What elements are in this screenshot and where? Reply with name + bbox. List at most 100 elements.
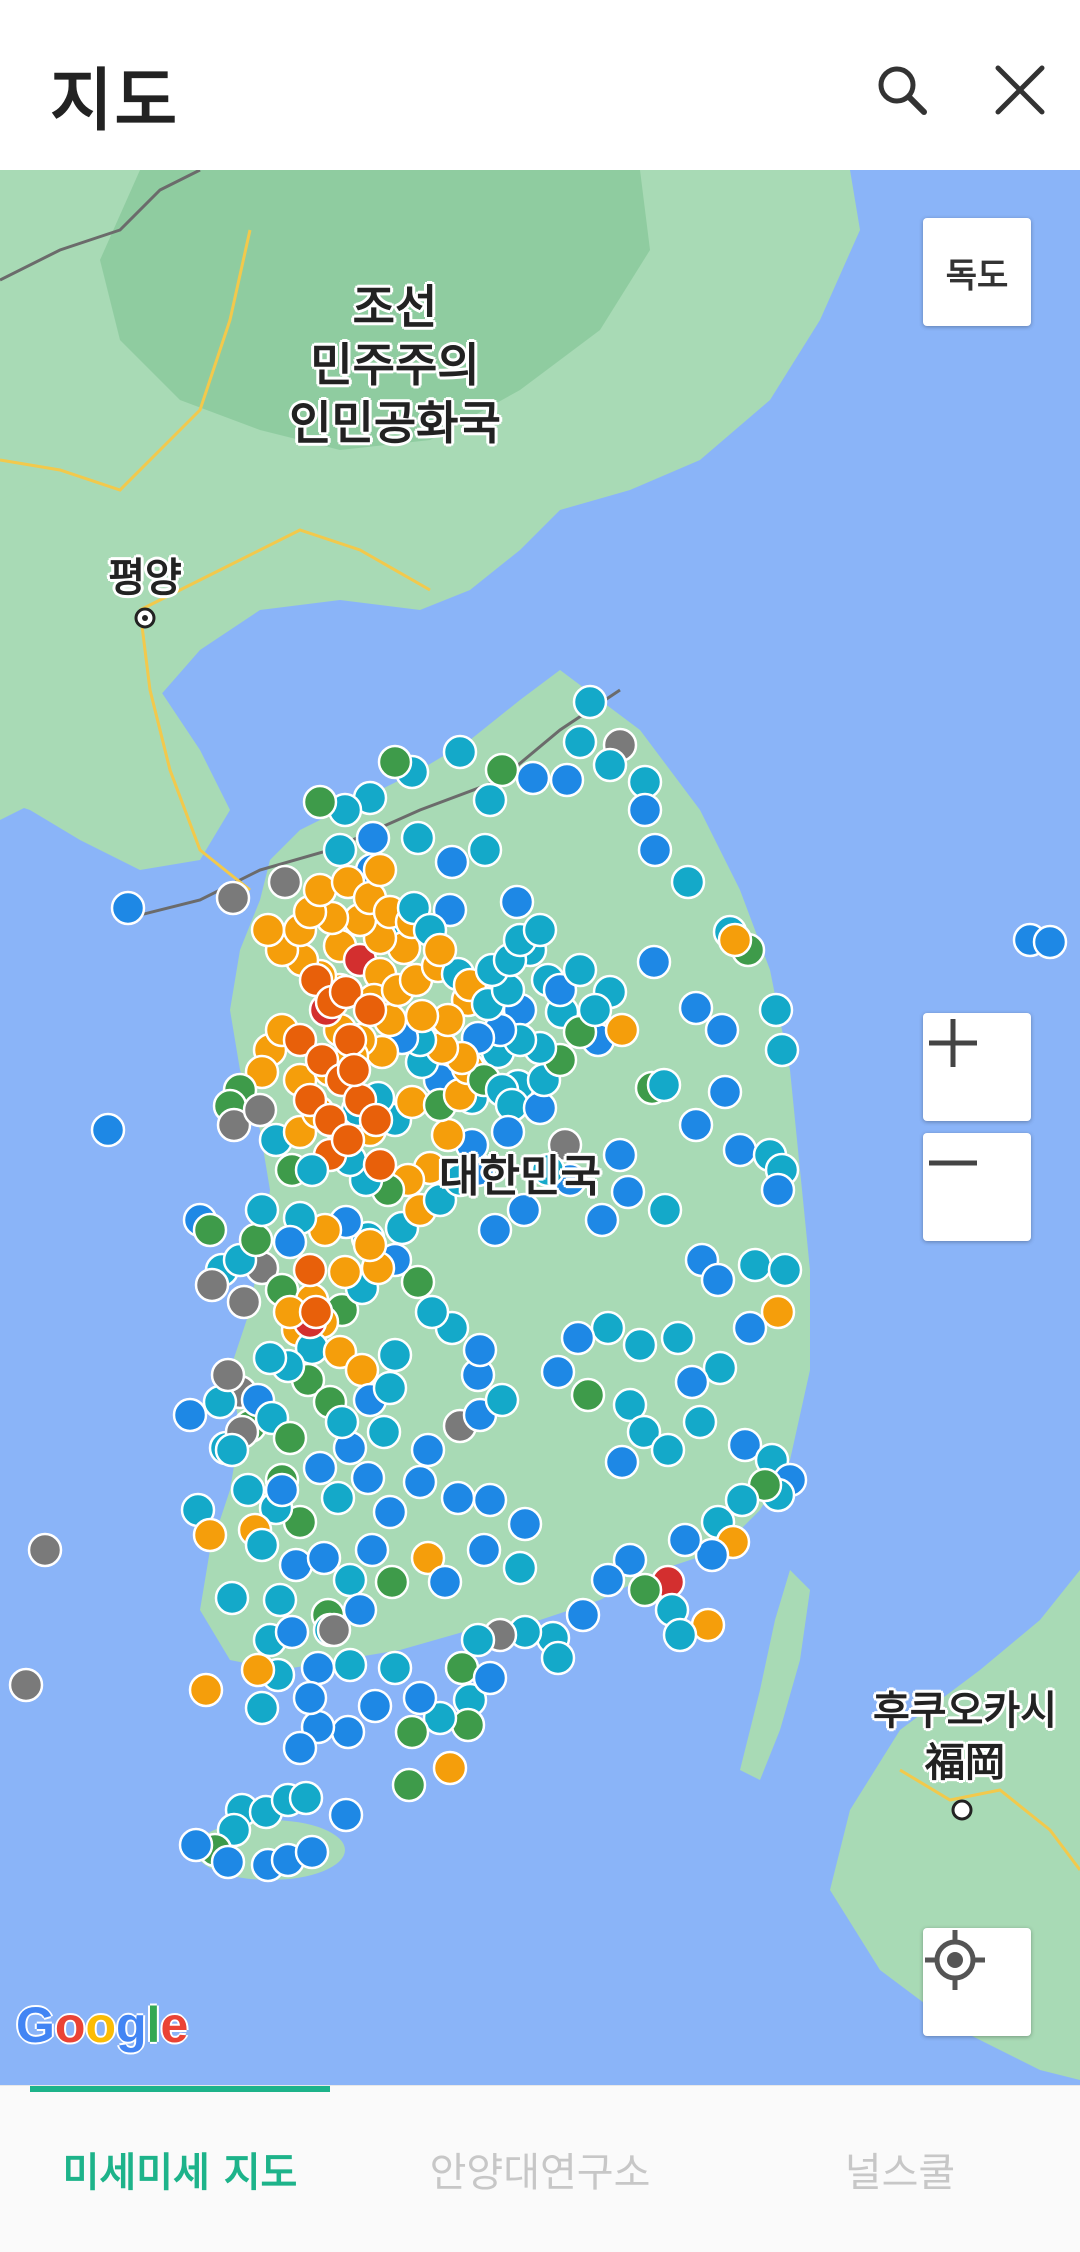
station-marker[interactable] (188, 1672, 224, 1708)
station-marker[interactable] (647, 1192, 683, 1228)
station-marker[interactable] (604, 1444, 640, 1480)
station-marker[interactable] (354, 1532, 390, 1568)
station-marker[interactable] (758, 992, 794, 1028)
station-marker[interactable] (499, 884, 535, 920)
station-marker[interactable] (515, 760, 551, 796)
close-button[interactable] (980, 50, 1060, 130)
station-marker[interactable] (262, 1582, 298, 1618)
station-marker[interactable] (352, 992, 388, 1028)
station-marker[interactable] (352, 1227, 388, 1263)
station-marker[interactable] (230, 1472, 266, 1508)
station-marker[interactable] (577, 992, 613, 1028)
station-marker[interactable] (670, 864, 706, 900)
station-marker[interactable] (192, 1212, 228, 1248)
station-marker[interactable] (565, 1597, 601, 1633)
station-marker[interactable] (764, 1032, 800, 1068)
search-button[interactable] (862, 50, 942, 130)
station-marker[interactable] (460, 1622, 496, 1658)
station-marker[interactable] (402, 1680, 438, 1716)
station-marker[interactable] (332, 1022, 368, 1058)
station-marker[interactable] (627, 792, 663, 828)
station-marker[interactable] (240, 1652, 276, 1688)
station-marker[interactable] (267, 864, 303, 900)
station-marker[interactable] (377, 1650, 413, 1686)
station-marker[interactable] (302, 1450, 338, 1486)
my-location-button[interactable] (923, 1928, 1031, 2036)
station-marker[interactable] (540, 1640, 576, 1676)
station-marker[interactable] (402, 1464, 438, 1500)
station-marker[interactable] (244, 1192, 280, 1228)
station-marker[interactable] (355, 820, 391, 856)
station-marker[interactable] (636, 944, 672, 980)
station-marker[interactable] (372, 1494, 408, 1530)
station-marker[interactable] (472, 1482, 508, 1518)
station-marker[interactable] (330, 1714, 366, 1750)
station-marker[interactable] (178, 1827, 214, 1863)
station-marker[interactable] (422, 932, 458, 968)
station-marker[interactable] (244, 1527, 280, 1563)
station-marker[interactable] (732, 1310, 768, 1346)
station-marker[interactable] (678, 1107, 714, 1143)
station-marker[interactable] (90, 1112, 126, 1148)
station-marker[interactable] (637, 832, 673, 868)
station-marker[interactable] (358, 1102, 394, 1138)
station-marker[interactable] (560, 1320, 596, 1356)
station-marker[interactable] (242, 1092, 278, 1128)
station-marker[interactable] (327, 1254, 363, 1290)
station-marker[interactable] (272, 1224, 308, 1260)
station-marker[interactable] (502, 1550, 538, 1586)
station-marker[interactable] (472, 1660, 508, 1696)
station-marker[interactable] (278, 1547, 314, 1583)
station-marker[interactable] (484, 1382, 520, 1418)
station-marker[interactable] (432, 1750, 468, 1786)
station-marker[interactable] (1032, 924, 1068, 960)
station-marker[interactable] (292, 1680, 328, 1716)
station-marker[interactable] (477, 1212, 513, 1248)
station-marker[interactable] (324, 1404, 360, 1440)
tab-anyang-lab[interactable]: 안양대연구소 (360, 2086, 720, 2252)
station-marker[interactable] (627, 1572, 663, 1608)
station-marker[interactable] (300, 1650, 336, 1686)
station-marker[interactable] (507, 1506, 543, 1542)
station-marker[interactable] (442, 734, 478, 770)
tab-misemise-map[interactable]: 미세미세 지도 (0, 2086, 360, 2252)
station-marker[interactable] (466, 1532, 502, 1568)
zoom-out-button[interactable] (923, 1133, 1031, 1241)
station-marker[interactable] (760, 1172, 796, 1208)
station-marker[interactable] (215, 880, 251, 916)
station-marker[interactable] (244, 1690, 280, 1726)
tab-nullschool[interactable]: 널스쿨 (720, 2086, 1080, 2252)
station-marker[interactable] (298, 1294, 334, 1330)
station-marker[interactable] (572, 684, 608, 720)
station-marker[interactable] (427, 1564, 463, 1600)
station-marker[interactable] (522, 912, 558, 948)
station-marker[interactable] (362, 852, 398, 888)
station-marker[interactable] (332, 1562, 368, 1598)
station-marker[interactable] (646, 1067, 682, 1103)
station-marker[interactable] (282, 1730, 318, 1766)
station-marker[interactable] (226, 1284, 262, 1320)
station-marker[interactable] (330, 1122, 366, 1158)
station-marker[interactable] (467, 832, 503, 868)
station-marker[interactable] (377, 1337, 413, 1373)
station-marker[interactable] (540, 1354, 576, 1390)
zoom-in-button[interactable] (923, 1013, 1031, 1121)
station-marker[interactable] (707, 1074, 743, 1110)
station-marker[interactable] (250, 912, 286, 948)
station-marker[interactable] (320, 1480, 356, 1516)
station-marker[interactable] (306, 1540, 342, 1576)
station-marker[interactable] (584, 1202, 620, 1238)
station-marker[interactable] (391, 1767, 427, 1803)
station-marker[interactable] (414, 1294, 450, 1330)
station-marker[interactable] (377, 744, 413, 780)
station-marker[interactable] (604, 1012, 640, 1048)
station-marker[interactable] (404, 998, 440, 1034)
station-marker[interactable] (192, 1517, 228, 1553)
station-marker[interactable] (549, 762, 585, 798)
map-canvas[interactable] (0, 170, 1080, 2085)
station-marker[interactable] (674, 1364, 710, 1400)
station-marker[interactable] (660, 1320, 696, 1356)
station-marker[interactable] (294, 1152, 330, 1188)
station-marker[interactable] (462, 1332, 498, 1368)
station-marker[interactable] (274, 1614, 310, 1650)
